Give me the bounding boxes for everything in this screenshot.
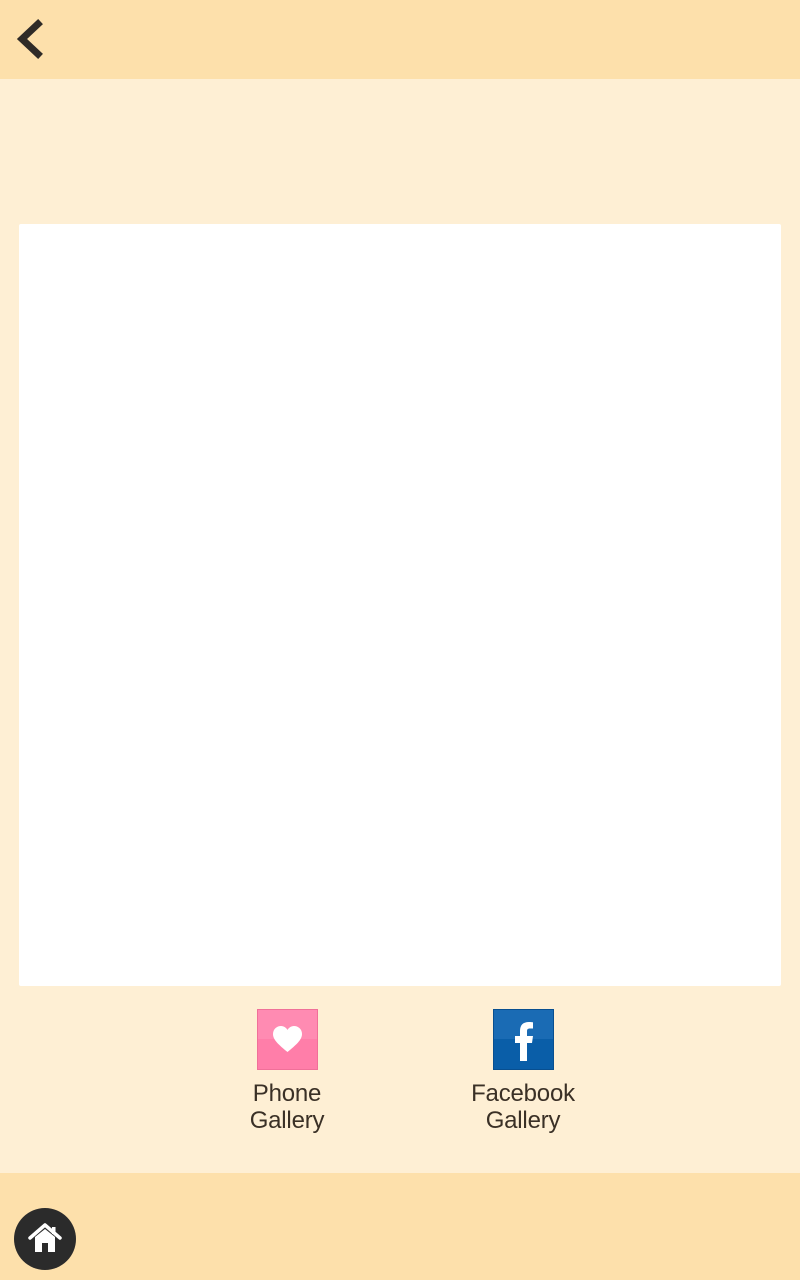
facebook-gallery-button[interactable]: Facebook Gallery [458,1009,588,1134]
top-bar [0,0,800,79]
phone-gallery-label-line2: Gallery [249,1107,325,1134]
heart-icon [256,1009,318,1070]
home-button[interactable] [14,1208,76,1270]
facebook-icon [492,1009,554,1070]
bottom-bar [0,1173,800,1280]
phone-gallery-label-line1: Phone [252,1080,322,1107]
facebook-gallery-label-line2: Gallery [485,1107,561,1134]
screen: Phone Gallery Facebook Gallery [0,0,800,1280]
back-button[interactable] [8,14,52,64]
photo-canvas[interactable] [19,224,781,986]
chevron-left-icon [8,14,52,64]
phone-gallery-button[interactable]: Phone Gallery [222,1009,352,1134]
facebook-gallery-label-line1: Facebook [471,1080,575,1107]
